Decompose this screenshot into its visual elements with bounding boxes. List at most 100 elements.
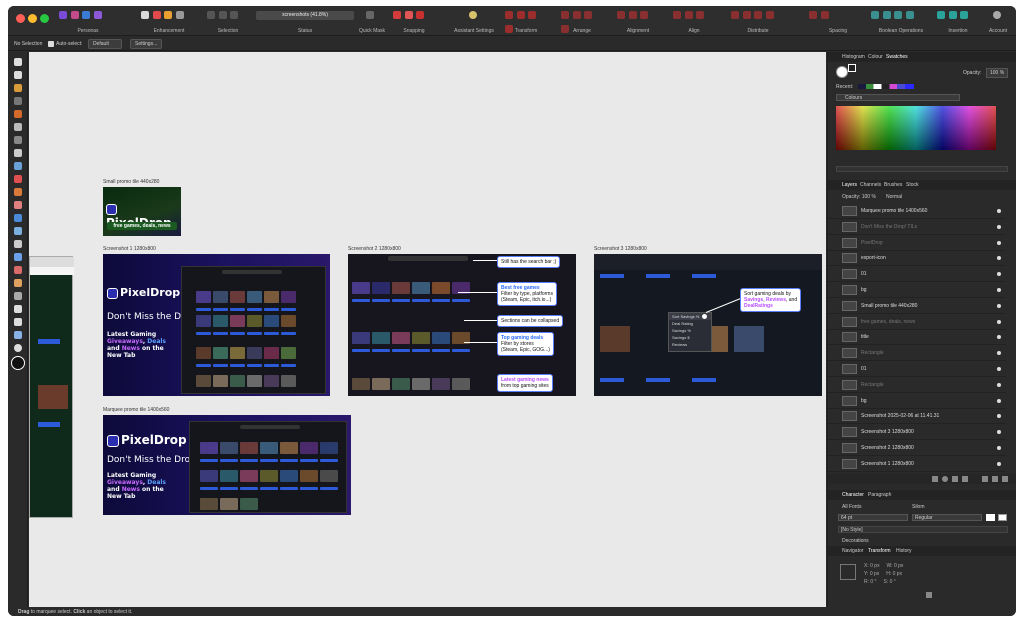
snapping-icon[interactable] bbox=[393, 11, 401, 19]
layer-row[interactable]: free games, deals, news bbox=[828, 315, 1006, 330]
mask-layer-icon[interactable] bbox=[932, 476, 938, 482]
tab-histogram[interactable]: Histogram bbox=[842, 54, 865, 60]
intersect-shapes-icon[interactable] bbox=[894, 11, 903, 19]
move-forward-icon[interactable] bbox=[584, 11, 593, 19]
layer-visibility-toggle[interactable] bbox=[997, 446, 1001, 450]
healing-brush-icon[interactable] bbox=[14, 266, 22, 274]
personas-group[interactable]: Personas bbox=[58, 9, 118, 35]
move-tool-icon[interactable] bbox=[14, 71, 22, 79]
layers-opacity[interactable]: Opacity: 100 % bbox=[842, 194, 876, 200]
gradient-tool-icon[interactable] bbox=[14, 279, 22, 287]
layer-row[interactable]: bg bbox=[828, 283, 1006, 298]
xor-shapes-icon[interactable] bbox=[906, 11, 915, 19]
swatch-search-field[interactable] bbox=[836, 166, 1008, 172]
layer-visibility-toggle[interactable] bbox=[997, 351, 1001, 356]
layer-row[interactable]: Small promo tile 440x280 bbox=[828, 299, 1006, 314]
distribute-group[interactable]: Distribute bbox=[730, 9, 786, 35]
recent-swatches[interactable] bbox=[858, 84, 914, 89]
layer-visibility-toggle[interactable] bbox=[997, 288, 1001, 292]
spacing-vertical-icon[interactable] bbox=[820, 11, 829, 19]
delete-layer-icon[interactable] bbox=[1002, 476, 1008, 482]
font-style-dropdown[interactable]: Regular bbox=[912, 514, 982, 521]
tab-swatches[interactable]: Swatches bbox=[886, 54, 908, 60]
hand-tool-icon[interactable] bbox=[14, 58, 22, 66]
layer-row[interactable]: Screenshot 2 1280x800 bbox=[828, 441, 1006, 456]
transform-h[interactable]: 0 px bbox=[893, 571, 902, 577]
palette-dropdown[interactable]: Colours bbox=[836, 94, 960, 101]
crop-tool-icon[interactable] bbox=[14, 97, 22, 105]
align-top-icon[interactable] bbox=[673, 11, 681, 19]
insertion-group[interactable]: Insertion bbox=[936, 9, 980, 35]
screenshot-1-artboard[interactable]: PixelDrop Don't Miss the Drop! Latest Ga… bbox=[103, 254, 330, 396]
alignment-group[interactable]: Alignment bbox=[616, 9, 660, 35]
photo-persona-icon[interactable] bbox=[94, 11, 103, 19]
screenshot-3-artboard[interactable]: Sort Savings % Deal Rating Savings % Sav… bbox=[594, 254, 822, 396]
adjust-icon[interactable] bbox=[152, 11, 161, 19]
layer-visibility-toggle[interactable] bbox=[997, 430, 1001, 435]
distribute-center-icon[interactable] bbox=[766, 11, 775, 19]
auto-select-checkbox[interactable] bbox=[48, 41, 54, 47]
layer-visibility-toggle[interactable] bbox=[997, 240, 1001, 245]
layer-visibility-toggle[interactable] bbox=[997, 367, 1001, 371]
align-middle-icon[interactable] bbox=[684, 11, 693, 19]
layer-row[interactable]: Screenshot 1 1280x800 bbox=[828, 457, 1006, 472]
snapping-group[interactable]: Snapping bbox=[392, 9, 436, 35]
layer-row[interactable]: Rectangle bbox=[828, 346, 1006, 362]
invert-selection-icon[interactable] bbox=[230, 11, 239, 19]
add-shapes-icon[interactable] bbox=[871, 11, 879, 19]
deselect-icon[interactable] bbox=[218, 11, 227, 19]
layer-row[interactable]: Marquee promo tile 1400x560 bbox=[828, 204, 1006, 219]
layer-row[interactable]: bg bbox=[828, 394, 1006, 409]
layer-visibility-toggle[interactable] bbox=[997, 382, 1001, 387]
tab-stock[interactable]: Stock bbox=[906, 182, 919, 188]
blur-brush-icon[interactable] bbox=[14, 240, 22, 248]
distribute-vertical-icon[interactable] bbox=[742, 11, 751, 19]
flip-horizontal-icon[interactable] bbox=[505, 11, 513, 19]
layer-visibility-toggle[interactable] bbox=[997, 414, 1001, 419]
layer-row[interactable]: Screenshot 3 1280x800 bbox=[828, 425, 1006, 441]
transform-y[interactable]: 0 px bbox=[870, 571, 879, 577]
layer-row[interactable]: PixelDrop bbox=[828, 236, 1006, 251]
transform-x[interactable]: 0 px bbox=[870, 563, 879, 569]
tab-colour[interactable]: Colour bbox=[868, 54, 883, 60]
insert-behind-icon[interactable] bbox=[948, 11, 957, 19]
character-style-dropdown[interactable]: [No Style] bbox=[838, 526, 1008, 533]
align-group[interactable]: Align bbox=[672, 9, 716, 35]
layer-row[interactable]: title bbox=[828, 330, 1006, 346]
erase-brush-icon[interactable] bbox=[14, 201, 22, 209]
arrange-group[interactable]: Arrange bbox=[560, 9, 604, 35]
pixel-persona-icon[interactable] bbox=[70, 11, 79, 19]
transform-shear[interactable]: 0 ° bbox=[890, 579, 896, 585]
smudge-brush-icon[interactable] bbox=[14, 253, 22, 261]
marquee-promo-artboard[interactable]: PixelDrop Don't Miss the Drop! Latest Ga… bbox=[103, 415, 351, 515]
minimize-window-button[interactable] bbox=[28, 14, 37, 23]
document-canvas[interactable]: Small promo tile 440x280 PixelDrop free … bbox=[29, 52, 826, 607]
tab-navigator[interactable]: Navigator bbox=[842, 548, 863, 554]
fx-icon[interactable] bbox=[952, 476, 958, 482]
account-group[interactable]: Account bbox=[984, 9, 1012, 35]
distribute-space-icon[interactable] bbox=[754, 11, 763, 19]
tab-paragraph[interactable]: Paragraph bbox=[868, 492, 891, 498]
assistant-icon[interactable] bbox=[469, 11, 477, 19]
designer-persona-icon[interactable] bbox=[59, 11, 67, 19]
align-bottom-icon[interactable] bbox=[696, 11, 705, 19]
paint-brush-icon[interactable] bbox=[14, 175, 22, 183]
stroke-color-well[interactable] bbox=[848, 64, 856, 72]
add-group-icon[interactable] bbox=[982, 476, 988, 482]
small-promo-artboard[interactable]: PixelDrop free games, deals, news bbox=[103, 187, 181, 236]
layer-visibility-toggle[interactable] bbox=[997, 272, 1001, 277]
pipette-tool-icon[interactable] bbox=[14, 84, 22, 92]
auto-select-dropdown[interactable]: Default bbox=[88, 39, 122, 49]
tab-brushes[interactable]: Brushes bbox=[884, 182, 902, 188]
layer-row[interactable]: 01 bbox=[828, 362, 1006, 377]
insert-inside-icon[interactable] bbox=[937, 11, 945, 19]
quick-mask-icon[interactable] bbox=[366, 11, 374, 19]
layer-row[interactable]: Screenshot 2025-02-06 at 11.41.31 bbox=[828, 409, 1006, 425]
distribute-horizontal-icon[interactable] bbox=[731, 11, 739, 19]
font-family-dropdown[interactable]: Silom bbox=[912, 504, 925, 510]
transform-w[interactable]: 0 px bbox=[894, 563, 903, 569]
align-left-icon[interactable] bbox=[617, 11, 625, 19]
layer-row[interactable]: Rectangle bbox=[828, 378, 1006, 393]
move-back-icon[interactable] bbox=[572, 11, 581, 19]
vector-crop-icon[interactable] bbox=[14, 331, 22, 339]
